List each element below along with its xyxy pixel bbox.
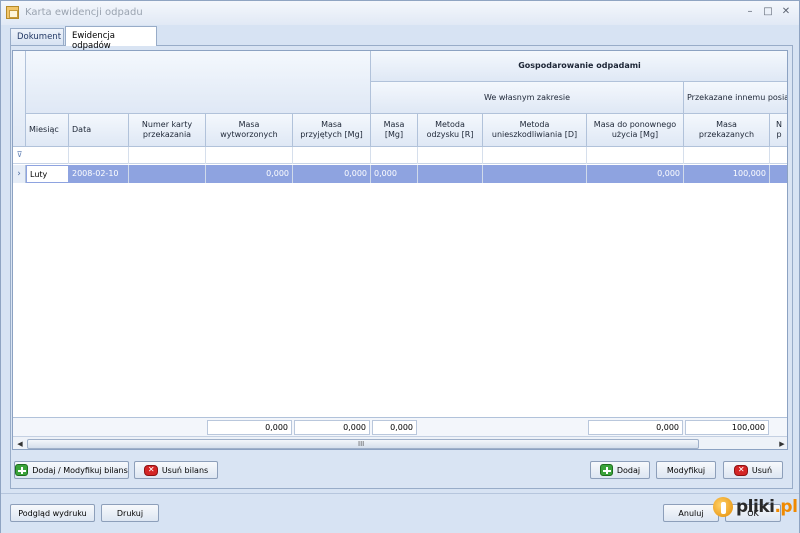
column-header-date[interactable]: Data — [69, 114, 129, 147]
filter-month[interactable] — [26, 147, 69, 164]
tab-dokument[interactable]: Dokument — [10, 28, 64, 46]
summary-mass-generated: 0,000 — [207, 420, 292, 435]
cell-mass-mg[interactable]: 0,000 — [371, 165, 418, 183]
add-modify-balance-button[interactable]: Dodaj / Modyfikuj bilans — [14, 461, 129, 479]
add-icon — [599, 464, 613, 476]
pliki-logo-icon — [713, 497, 733, 517]
filter-recovery-method[interactable] — [418, 147, 483, 164]
tab-ewidencja-odpadow[interactable]: Ewidencja odpadów — [65, 26, 157, 51]
cell-mass-received[interactable]: 0,000 — [293, 165, 371, 183]
cell-transferred-mass[interactable]: 100,000 — [684, 165, 770, 183]
title-bar: Karta ewidencji odpadu – □ ✕ — [1, 1, 799, 25]
summary-mass-mg: 0,000 — [372, 420, 417, 435]
header-blank — [26, 51, 371, 114]
table-row[interactable]: Luty 2008-02-10 0,000 0,000 0,000 0,000 … — [13, 165, 787, 183]
filter-disposal-method[interactable] — [483, 147, 587, 164]
cell-card-number[interactable] — [129, 165, 206, 183]
summary-reuse-mass: 0,000 — [588, 420, 683, 435]
window-title: Karta ewidencji odpadu — [25, 7, 143, 18]
subgroup-transferred: Przekazane innemu posia — [684, 82, 787, 114]
cell-disposal-method[interactable] — [483, 165, 587, 183]
filter-mass-generated[interactable] — [206, 147, 293, 164]
filter-mass-mg[interactable] — [371, 147, 418, 164]
close-button[interactable]: ✕ — [779, 5, 793, 19]
horizontal-scrollbar[interactable]: ◀ III ▶ — [13, 436, 787, 449]
cell-next-partial[interactable] — [770, 165, 787, 183]
row-indicator-header — [13, 51, 26, 147]
column-header-mass-mg[interactable]: Masa [Mg] — [371, 114, 418, 147]
modify-button[interactable]: Modyfikuj — [656, 461, 716, 479]
column-header-recovery-method[interactable]: Metoda odzysku [R] — [418, 114, 483, 147]
scroll-left-icon[interactable]: ◀ — [15, 439, 25, 449]
waste-records-grid: Gospodarowanie odpadami We własnym zakre… — [12, 50, 788, 450]
scroll-right-icon[interactable]: ▶ — [777, 439, 787, 449]
filter-reuse-mass[interactable] — [587, 147, 684, 164]
filter-mass-received[interactable] — [293, 147, 371, 164]
delete-icon — [733, 464, 748, 476]
column-header-card-number[interactable]: Numer karty przekazania — [129, 114, 206, 147]
scrollbar-thumb[interactable]: III — [27, 439, 699, 449]
column-header-next-partial[interactable]: N p — [770, 114, 787, 147]
scrollbar-grip-icon: III — [358, 440, 365, 448]
delete-button[interactable]: Usuń — [723, 461, 783, 479]
app-icon — [6, 6, 19, 19]
print-preview-button[interactable]: Podgląd wydruku — [10, 504, 95, 522]
cell-recovery-method[interactable] — [418, 165, 483, 183]
column-header-reuse-mass[interactable]: Masa do ponownego użycia [Mg] — [587, 114, 684, 147]
summary-transferred-mass: 100,000 — [685, 420, 769, 435]
print-button[interactable]: Drukuj — [101, 504, 159, 522]
column-header-month[interactable]: Miesiąc — [26, 114, 69, 147]
delete-balance-button[interactable]: Usuń bilans — [134, 461, 218, 479]
summary-mass-received: 0,000 — [294, 420, 370, 435]
filter-transferred-mass[interactable] — [684, 147, 770, 164]
pliki-watermark-logo: pliki.pl — [709, 493, 799, 521]
add-icon — [15, 464, 29, 476]
add-button[interactable]: Dodaj — [590, 461, 650, 479]
summary-row: 0,000 0,000 0,000 0,000 100,000 — [13, 417, 787, 436]
column-header-transferred-mass[interactable]: Masa przekazanych — [684, 114, 770, 147]
subgroup-own-scope: We własnym zakresie — [371, 82, 684, 114]
column-header-mass-generated[interactable]: Masa wytworzonych — [206, 114, 293, 147]
cell-reuse-mass[interactable]: 0,000 — [587, 165, 684, 183]
delete-icon — [143, 464, 158, 476]
maximize-button[interactable]: □ — [761, 5, 775, 19]
cell-month[interactable]: Luty — [26, 165, 69, 183]
group-header-waste-management: Gospodarowanie odpadami — [371, 51, 787, 82]
column-header-mass-received[interactable]: Masa przyjętych [Mg] — [293, 114, 371, 147]
filter-card-number[interactable] — [129, 147, 206, 164]
filter-row: ⊽ — [13, 147, 787, 164]
cell-date[interactable]: 2008-02-10 — [69, 165, 129, 183]
filter-date[interactable] — [69, 147, 129, 164]
cell-mass-generated[interactable]: 0,000 — [206, 165, 293, 183]
filter-icon[interactable]: ⊽ — [15, 150, 24, 160]
column-header-disposal-method[interactable]: Metoda unieszkodliwiania [D] — [483, 114, 587, 147]
minimize-button[interactable]: – — [743, 5, 757, 19]
main-window: Karta ewidencji odpadu – □ ✕ Dokument Ew… — [0, 0, 800, 533]
